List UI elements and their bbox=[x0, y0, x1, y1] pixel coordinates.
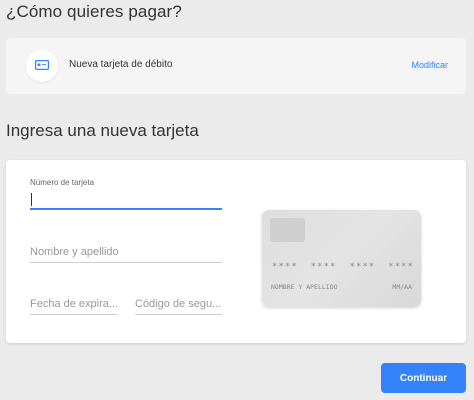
card-number-field: Número de tarjeta bbox=[30, 178, 222, 210]
payment-method-label: Nueva tarjeta de débito bbox=[69, 59, 173, 70]
expiry-field bbox=[30, 296, 117, 316]
card-icon bbox=[35, 57, 50, 75]
card-chip bbox=[270, 218, 305, 242]
card-number-group: **** bbox=[310, 262, 337, 272]
card-number-underline bbox=[30, 208, 222, 210]
name-input[interactable] bbox=[30, 244, 220, 260]
expiry-input[interactable] bbox=[30, 296, 117, 312]
expiry-underline bbox=[30, 314, 117, 315]
continue-button[interactable]: Continuar bbox=[381, 363, 466, 393]
card-preview-holder: NOMBRE Y APELLIDO bbox=[271, 283, 338, 291]
card-number-group: **** bbox=[388, 262, 414, 272]
text-cursor bbox=[31, 193, 32, 206]
card-number-group: **** bbox=[272, 262, 298, 272]
name-underline bbox=[30, 262, 222, 263]
card-number-label: Número de tarjeta bbox=[30, 178, 95, 187]
card-number-group: **** bbox=[349, 262, 376, 272]
card-preview-number: **** **** **** **** bbox=[272, 262, 414, 272]
card-preview: **** **** **** **** NOMBRE Y APELLIDO MM… bbox=[262, 210, 421, 307]
method-icon-container bbox=[26, 50, 58, 82]
card-number-input[interactable] bbox=[30, 192, 220, 207]
cvv-input[interactable] bbox=[135, 296, 222, 312]
card-form: Número de tarjeta **** **** **** **** NO… bbox=[6, 160, 466, 343]
cvv-field bbox=[135, 296, 222, 316]
payment-method-card: Nueva tarjeta de débito Modificar bbox=[6, 38, 466, 94]
cvv-underline bbox=[135, 314, 222, 315]
page-title: ¿Cómo quieres pagar? bbox=[6, 2, 182, 21]
name-field bbox=[30, 244, 222, 264]
modify-link[interactable]: Modificar bbox=[411, 60, 448, 70]
new-card-title: Ingresa una nueva tarjeta bbox=[6, 121, 199, 140]
card-preview-expiry: MM/AA bbox=[392, 283, 412, 291]
